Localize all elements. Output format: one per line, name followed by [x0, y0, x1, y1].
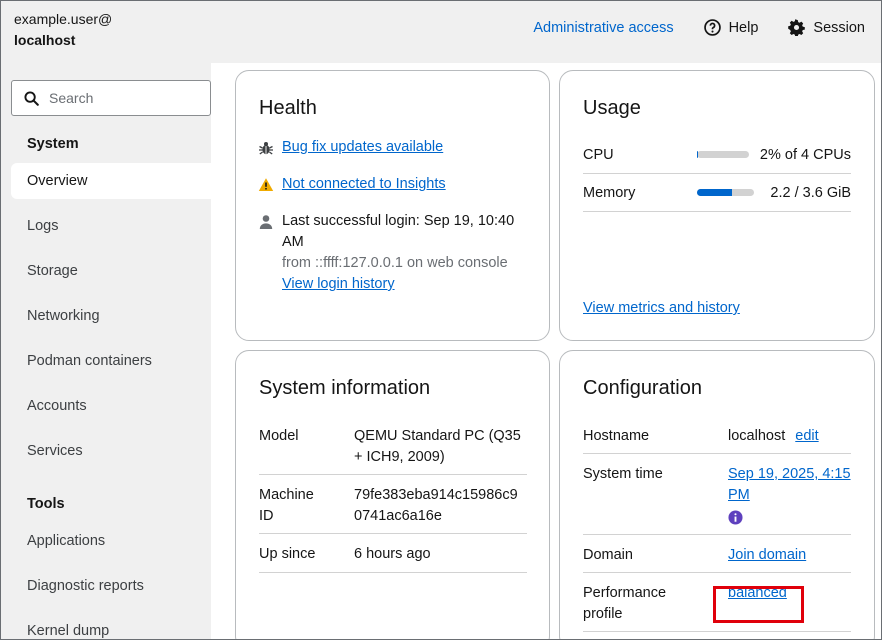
sidebar-item-services[interactable]: Services	[11, 433, 211, 469]
bug-icon	[259, 142, 273, 155]
configuration-title: Configuration	[583, 377, 702, 399]
hostname-row: Hostname localhost edit	[583, 416, 851, 454]
memory-value: 2.2 / 3.6 GiB	[770, 184, 851, 201]
machine-id-label-line: ID	[259, 508, 274, 524]
performance-profile-label-line: Performance	[583, 585, 667, 601]
highlight-box	[713, 586, 804, 623]
last-login-text-cont: AM	[282, 234, 304, 250]
nav-group-tools: Tools	[27, 496, 65, 512]
sidebar-item-diagnostic-reports[interactable]: Diagnostic reports	[11, 568, 211, 604]
host-switcher[interactable]: example.user@ localhost	[14, 9, 112, 51]
performance-profile-label: Performance profile	[583, 583, 673, 625]
bug-fix-row: Bug fix updates available	[258, 137, 443, 158]
up-since-row: Up since 6 hours ago	[259, 534, 527, 573]
top-bar: example.user@ localhost Administrative a…	[1, 1, 881, 63]
model-label: Model	[259, 428, 299, 444]
insights-row: Not connected to Insights	[258, 174, 446, 195]
domain-label: Domain	[583, 547, 633, 563]
sidebar-item-kernel-dump[interactable]: Kernel dump	[11, 613, 211, 639]
model-row: Model QEMU Standard PC (Q35 + ICH9, 2009…	[259, 416, 527, 475]
system-information-card: System information Model QEMU Standard P…	[235, 350, 550, 639]
cpu-usage-bar	[697, 151, 749, 158]
sidebar-item-podman-containers[interactable]: Podman containers	[11, 343, 211, 379]
machine-id-row: Machine ID 79fe383eba914c15986c9 0741ac6…	[259, 475, 527, 534]
health-card: Health Bug fix updates available Not con…	[235, 70, 550, 341]
system-time-line: PM	[728, 487, 750, 503]
cpu-label: CPU	[583, 146, 614, 163]
search-input[interactable]	[49, 90, 189, 106]
view-login-history-link[interactable]: View login history	[282, 274, 514, 295]
help-button[interactable]: Help	[703, 19, 759, 36]
search-box[interactable]	[11, 80, 211, 116]
session-button[interactable]: Session	[788, 19, 865, 36]
system-time-link[interactable]: Sep 19, 2025, 4:15 PM	[728, 464, 853, 506]
user-icon	[259, 215, 273, 229]
memory-label: Memory	[583, 184, 636, 201]
machine-id-label: Machine ID	[259, 485, 349, 527]
domain-row: Domain Join domain	[583, 535, 851, 573]
help-label: Help	[728, 19, 759, 36]
bug-fix-updates-link[interactable]: Bug fix updates available	[282, 137, 443, 158]
memory-usage-fill	[697, 189, 732, 196]
sidebar-item-logs[interactable]: Logs	[11, 208, 211, 244]
up-since-label: Up since	[259, 546, 316, 562]
gear-icon	[788, 19, 806, 36]
hostname-label: Hostname	[583, 428, 650, 444]
warning-icon	[258, 178, 274, 191]
sidebar-item-accounts[interactable]: Accounts	[11, 388, 211, 424]
system-information-title: System information	[259, 377, 431, 399]
sidebar-item-storage[interactable]: Storage	[11, 253, 211, 289]
model-value-line: QEMU Standard PC (Q35	[354, 428, 521, 444]
help-icon	[703, 19, 721, 36]
cpu-usage-fill	[697, 151, 699, 158]
machine-id-label-line: Machine	[259, 487, 314, 503]
cpu-value: 2% of 4 CPUs	[759, 146, 851, 163]
host-name: localhost	[14, 32, 76, 48]
machine-id-value-line: 79fe383eba914c15986c9	[354, 487, 518, 503]
usage-card: Usage CPU 2% of 4 CPUs Memory 2.2 / 3.6 …	[559, 70, 875, 341]
last-login-row: Last successful login: Sep 19, 10:40 AM …	[258, 211, 514, 295]
sidebar-item-overview[interactable]: Overview	[11, 163, 211, 199]
system-time-value: Sep 19, 2025, 4:15 PM	[728, 464, 853, 532]
system-time-line: Sep 19, 2025, 4:15	[728, 466, 851, 482]
model-value: QEMU Standard PC (Q35 + ICH9, 2009)	[354, 426, 529, 468]
info-icon[interactable]	[728, 510, 743, 525]
cockpit-window: example.user@ localhost Administrative a…	[0, 0, 882, 640]
sidebar: System Overview Logs Storage Networking …	[1, 63, 211, 639]
machine-id-value: 79fe383eba914c15986c9 0741ac6a16e	[354, 485, 529, 527]
model-value-line: + ICH9, 2009)	[354, 449, 445, 465]
system-time-row: System time Sep 19, 2025, 4:15 PM	[583, 454, 851, 535]
memory-row: Memory 2.2 / 3.6 GiB	[583, 174, 851, 212]
search-icon	[24, 90, 39, 106]
machine-id-value-line: 0741ac6a16e	[354, 508, 442, 524]
system-time-label: System time	[583, 466, 663, 482]
administrative-access-button[interactable]: Administrative access	[533, 20, 673, 36]
usage-title: Usage	[583, 97, 641, 119]
health-title: Health	[259, 97, 317, 119]
join-domain-link[interactable]: Join domain	[728, 545, 853, 566]
hostname-value: localhost edit	[728, 426, 853, 447]
view-metrics-link[interactable]: View metrics and history	[583, 298, 740, 319]
memory-usage-bar	[697, 189, 754, 196]
sidebar-item-applications[interactable]: Applications	[11, 523, 211, 559]
user-name: example.user@	[14, 11, 113, 27]
cpu-row: CPU 2% of 4 CPUs	[583, 136, 851, 174]
session-label: Session	[813, 19, 865, 36]
nav-group-system: System	[27, 136, 79, 152]
performance-profile-label-line: profile	[583, 606, 623, 622]
insights-link[interactable]: Not connected to Insights	[282, 174, 446, 195]
hostname-edit-link[interactable]: edit	[795, 428, 818, 444]
login-source: from ::ffff:127.0.0.1 on web console	[282, 255, 508, 271]
up-since-value: 6 hours ago	[354, 546, 431, 562]
hostname-text: localhost	[728, 428, 786, 444]
overview-main: Health Bug fix updates available Not con…	[211, 63, 881, 639]
last-login-text: Last successful login: Sep 19, 10:40	[282, 213, 515, 229]
sidebar-item-networking[interactable]: Networking	[11, 298, 211, 334]
